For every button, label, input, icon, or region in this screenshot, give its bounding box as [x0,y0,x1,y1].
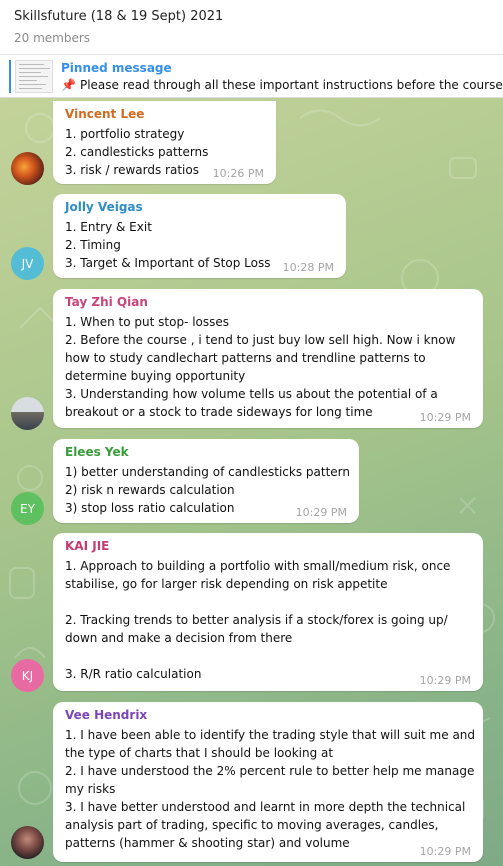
avatar-initials: EY [20,501,35,516]
message-line: 1) better understanding of candlesticks … [65,465,350,479]
message-time: 10:29 PM [419,674,471,687]
message-line: down and make a decision from there [65,631,293,645]
pinned-text: 📌 Please read through all these important… [61,78,503,92]
message-line: 2. Timing [65,238,121,252]
sender-name[interactable]: Vee Hendrix [65,708,471,724]
message-line: my risks [65,782,116,796]
avatar[interactable]: JV [11,247,44,280]
message-bubble[interactable]: Tay Zhi Qian 1. When to put stop- losses… [53,289,483,428]
message-time: 10:29 PM [419,411,471,424]
message-line: 2) risk n rewards calculation [65,483,235,497]
message-line: stabilise, go for larger risk depending … [65,577,388,591]
pinned-accent-bar [9,60,11,93]
message-bubble[interactable]: Elees Yek 1) better understanding of can… [53,439,359,523]
message-time: 10:26 PM [212,167,264,180]
pinned-message-bar[interactable]: Pinned message 📌 Please read through all … [0,55,503,98]
message-line: 1. portfolio strategy [65,127,185,141]
avatar[interactable]: EY [11,492,44,525]
message-line: how to study candlechart patterns and tr… [65,351,426,365]
message-line: 1. Approach to building a portfolio with… [65,559,451,573]
message-line [65,593,471,611]
sender-name[interactable]: Elees Yek [65,445,347,461]
message-line: analysis part of trading, specific to mo… [65,818,439,832]
message-line: breakout or a stock to trade sideways fo… [65,405,373,419]
message-line: 3. Understanding how volume tells us abo… [65,387,438,401]
message-line [65,647,471,665]
avatar[interactable] [11,397,44,430]
sender-name[interactable]: Tay Zhi Qian [65,295,471,311]
avatar-initials: JV [21,256,34,271]
message-line: 1. I have been able to identify the trad… [65,728,476,742]
message-line: 3. I have better understood and learnt i… [65,800,466,814]
message-bubble[interactable]: Vee Hendrix 1. I have been able to ident… [53,702,483,862]
message-time: 10:28 PM [282,261,334,274]
message-line: 1. Entry & Exit [65,220,152,234]
message-line: 2. I have understood the 2% percent rule… [65,764,475,778]
sender-name[interactable]: Vincent Lee [65,107,264,123]
avatar-initials: KJ [21,668,34,683]
avatar[interactable] [11,152,44,185]
message-line: 1. When to put stop- losses [65,315,230,329]
message-line: 2. Before the course , i tend to just bu… [65,333,456,347]
sender-name[interactable]: Jolly Veigas [65,200,334,216]
message-line: 2. Tracking trends to better analysis if… [65,613,448,627]
pinned-title: Pinned message [61,61,172,75]
message-line: 3. R/R ratio calculation [65,667,202,681]
message-line: determine buying opportunity [65,369,246,383]
message-bubble[interactable]: Jolly Veigas 1. Entry & Exit 2. Timing 3… [53,194,346,278]
message-bubble[interactable]: KAI JIE 1. Approach to building a portfo… [53,533,483,691]
avatar[interactable] [11,826,44,859]
pushpin-icon: 📌 [61,78,76,92]
member-count: 20 members [14,31,91,45]
message-line: patterns (hammer & shooting star) and vo… [65,836,350,850]
message-bubble[interactable]: Vincent Lee 1. portfolio strategy 2. can… [53,101,276,184]
chat-header[interactable]: Skillsfuture (18 & 19 Sept) 2021 20 memb… [0,0,503,55]
message-time: 10:29 PM [295,506,347,519]
message-line: 2. candlesticks patterns [65,145,209,159]
message-list[interactable]: Vincent Lee 1. portfolio strategy 2. can… [0,98,503,866]
chat-title: Skillsfuture (18 & 19 Sept) 2021 [14,9,224,24]
pinned-thumbnail [15,60,53,93]
message-line: the type of charts that I should be look… [65,746,334,760]
message-time: 10:29 PM [419,845,471,858]
avatar[interactable]: KJ [11,659,44,692]
sender-name[interactable]: KAI JIE [65,539,471,555]
